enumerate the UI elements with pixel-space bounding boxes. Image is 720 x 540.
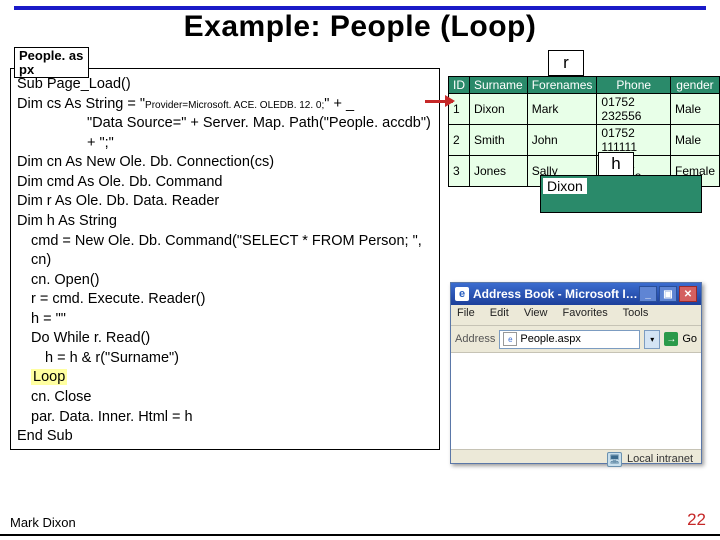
address-label: Address [455,333,495,345]
code-line: cn. Close [17,388,431,408]
col-forenames: Forenames [527,77,597,94]
col-gender: gender [670,77,719,94]
browser-title: Address Book - Microsoft I… [473,287,638,301]
code-line: Dim cs As String = "Provider=Microsoft. … [17,95,431,115]
ie-icon: e [455,287,469,301]
browser-titlebar[interactable]: e Address Book - Microsoft I… _ ▣ ✕ [451,283,701,305]
file-label: People. as px [14,47,89,78]
callout-r: r [548,50,584,76]
page-favicon-icon: e [503,332,517,346]
code-listing: Sub Page_Load() Dim cs As String = "Prov… [10,68,440,450]
code-line: Dim r As Ole. Db. Data. Reader [17,192,431,212]
table-header-row: ID Surname Forenames Phone gender [449,77,720,94]
code-line: Dim h As String [17,212,431,232]
address-input[interactable]: e People.aspx [499,330,640,349]
h-value: Dixon [543,178,587,194]
footer-page-number: 22 [687,510,706,530]
browser-statusbar: 🖥 Local intranet [451,449,701,468]
menu-favorites[interactable]: Favorites [563,307,608,319]
go-label[interactable]: Go [682,333,697,345]
browser-content [451,353,701,449]
loop-highlight: Loop [31,369,67,385]
minimize-button[interactable]: _ [639,286,657,302]
col-id: ID [449,77,470,94]
col-phone: Phone [597,77,671,94]
close-button[interactable]: ✕ [679,286,697,302]
browser-window: e Address Book - Microsoft I… _ ▣ ✕ File… [450,282,702,464]
code-line: cn. Open() [17,271,431,291]
table-row: 1 Dixon Mark 01752 232556 Male [449,94,720,125]
code-line: r = cmd. Execute. Reader() [17,290,431,310]
code-line: "Data Source=" + Server. Map. Path("Peop… [17,114,431,153]
code-line: h = h & r("Surname") [17,349,431,369]
go-button-icon[interactable]: → [664,332,678,346]
data-table: ID Surname Forenames Phone gender 1 Dixo… [448,76,720,187]
slide-title: Example: People (Loop) [0,10,720,44]
bottom-rule [0,534,720,536]
menu-tools[interactable]: Tools [623,307,649,319]
h-value-box: Dixon [540,175,702,213]
callout-h: h [598,152,634,176]
arrow-to-table [425,100,453,103]
code-line: Dim cn As New Ole. Db. Connection(cs) [17,153,431,173]
code-line: cmd = New Ole. Db. Command("SELECT * FRO… [17,232,431,271]
browser-menubar[interactable]: File Edit View Favorites Tools [451,305,701,326]
address-url: People.aspx [520,333,581,345]
maximize-button[interactable]: ▣ [659,286,677,302]
menu-edit[interactable]: Edit [490,307,509,319]
code-line: Do While r. Read() [17,329,431,349]
menu-file[interactable]: File [457,307,475,319]
code-line: End Sub [17,427,431,447]
footer-author: Mark Dixon [10,515,76,530]
file-label-line2: px [19,62,34,77]
address-bar: Address e People.aspx ▾ → Go [451,326,701,353]
intranet-icon: 🖥 [607,452,622,467]
code-line: h = "" [17,310,431,330]
col-surname: Surname [470,77,528,94]
code-line: par. Data. Inner. Html = h [17,408,431,428]
status-text: Local intranet [627,453,693,465]
menu-view[interactable]: View [524,307,548,319]
code-line: Dim cmd As Ole. Db. Command [17,173,431,193]
address-dropdown-icon[interactable]: ▾ [644,330,660,349]
table-row: 2 Smith John 01752 111111 Male [449,125,720,156]
code-line: Loop [17,368,431,388]
